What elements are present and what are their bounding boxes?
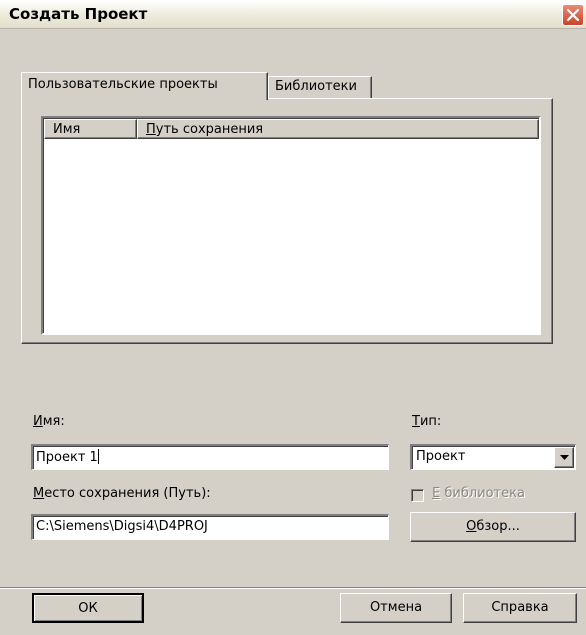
type-select[interactable]: Проект <box>410 444 576 470</box>
ok-button[interactable]: ОК <box>32 593 144 623</box>
library-checkbox[interactable] <box>411 489 424 502</box>
type-select-value: Проект <box>416 449 466 464</box>
title-bar[interactable]: Создать Проект <box>0 0 586 29</box>
browse-button-label: бзор... <box>476 519 520 534</box>
column-header-name[interactable]: Имя <box>44 119 137 139</box>
library-checkbox-text: библиотека <box>440 486 525 501</box>
column-header-path-label: уть сохранения <box>155 122 264 137</box>
name-label: Имя: <box>33 414 65 429</box>
name-label-text: мя: <box>42 414 65 429</box>
path-input-value: C:\Siemens\Digsi4\D4PROJ <box>36 519 208 534</box>
name-input-value: Проект 1 <box>36 450 98 465</box>
browse-button[interactable]: Обзор... <box>410 512 576 542</box>
path-label-accel: М <box>33 486 45 501</box>
tab-libraries-label: Библиотеки <box>275 79 357 94</box>
path-input[interactable]: C:\Siemens\Digsi4\D4PROJ <box>31 514 389 540</box>
tab-user-projects[interactable]: Пользовательские проекты <box>21 72 268 100</box>
column-header-path[interactable]: Путь сохранения <box>137 119 539 139</box>
help-button-label: Справка <box>491 600 549 615</box>
type-label-accel: Т <box>412 414 420 429</box>
create-project-dialog: Создать Проект Пользовательские проекты … <box>0 0 586 635</box>
name-label-accel: И <box>33 414 43 429</box>
column-header-name-label: Имя <box>53 122 81 137</box>
cancel-button[interactable]: Отмена <box>340 593 452 623</box>
help-button[interactable]: Справка <box>463 593 577 623</box>
chevron-down-icon <box>560 455 569 460</box>
close-icon <box>567 9 579 21</box>
path-label: Место сохранения (Путь): <box>33 486 211 501</box>
name-input[interactable]: Проект 1 <box>31 444 389 470</box>
library-checkbox-label[interactable]: Е библиотека <box>432 486 525 501</box>
tab-user-projects-label: Пользовательские проекты <box>28 77 218 92</box>
column-header-path-accel: П <box>146 122 156 137</box>
dialog-title: Создать Проект <box>9 5 148 23</box>
path-label-text: есто сохранения (Путь): <box>44 486 211 501</box>
project-list[interactable]: Имя Путь сохранения <box>41 116 541 335</box>
library-checkbox-accel: Е <box>432 486 441 501</box>
close-button[interactable] <box>562 4 584 26</box>
button-separator <box>0 587 586 589</box>
type-label-text: ип: <box>419 414 442 429</box>
type-label: Тип: <box>412 414 441 429</box>
tab-libraries[interactable]: Библиотеки <box>268 76 372 99</box>
browse-button-accel: О <box>466 519 477 534</box>
type-select-dropdown-button[interactable] <box>554 447 574 468</box>
text-caret <box>97 449 99 464</box>
cancel-button-label: Отмена <box>369 600 423 615</box>
ok-button-label: ОК <box>78 601 98 616</box>
